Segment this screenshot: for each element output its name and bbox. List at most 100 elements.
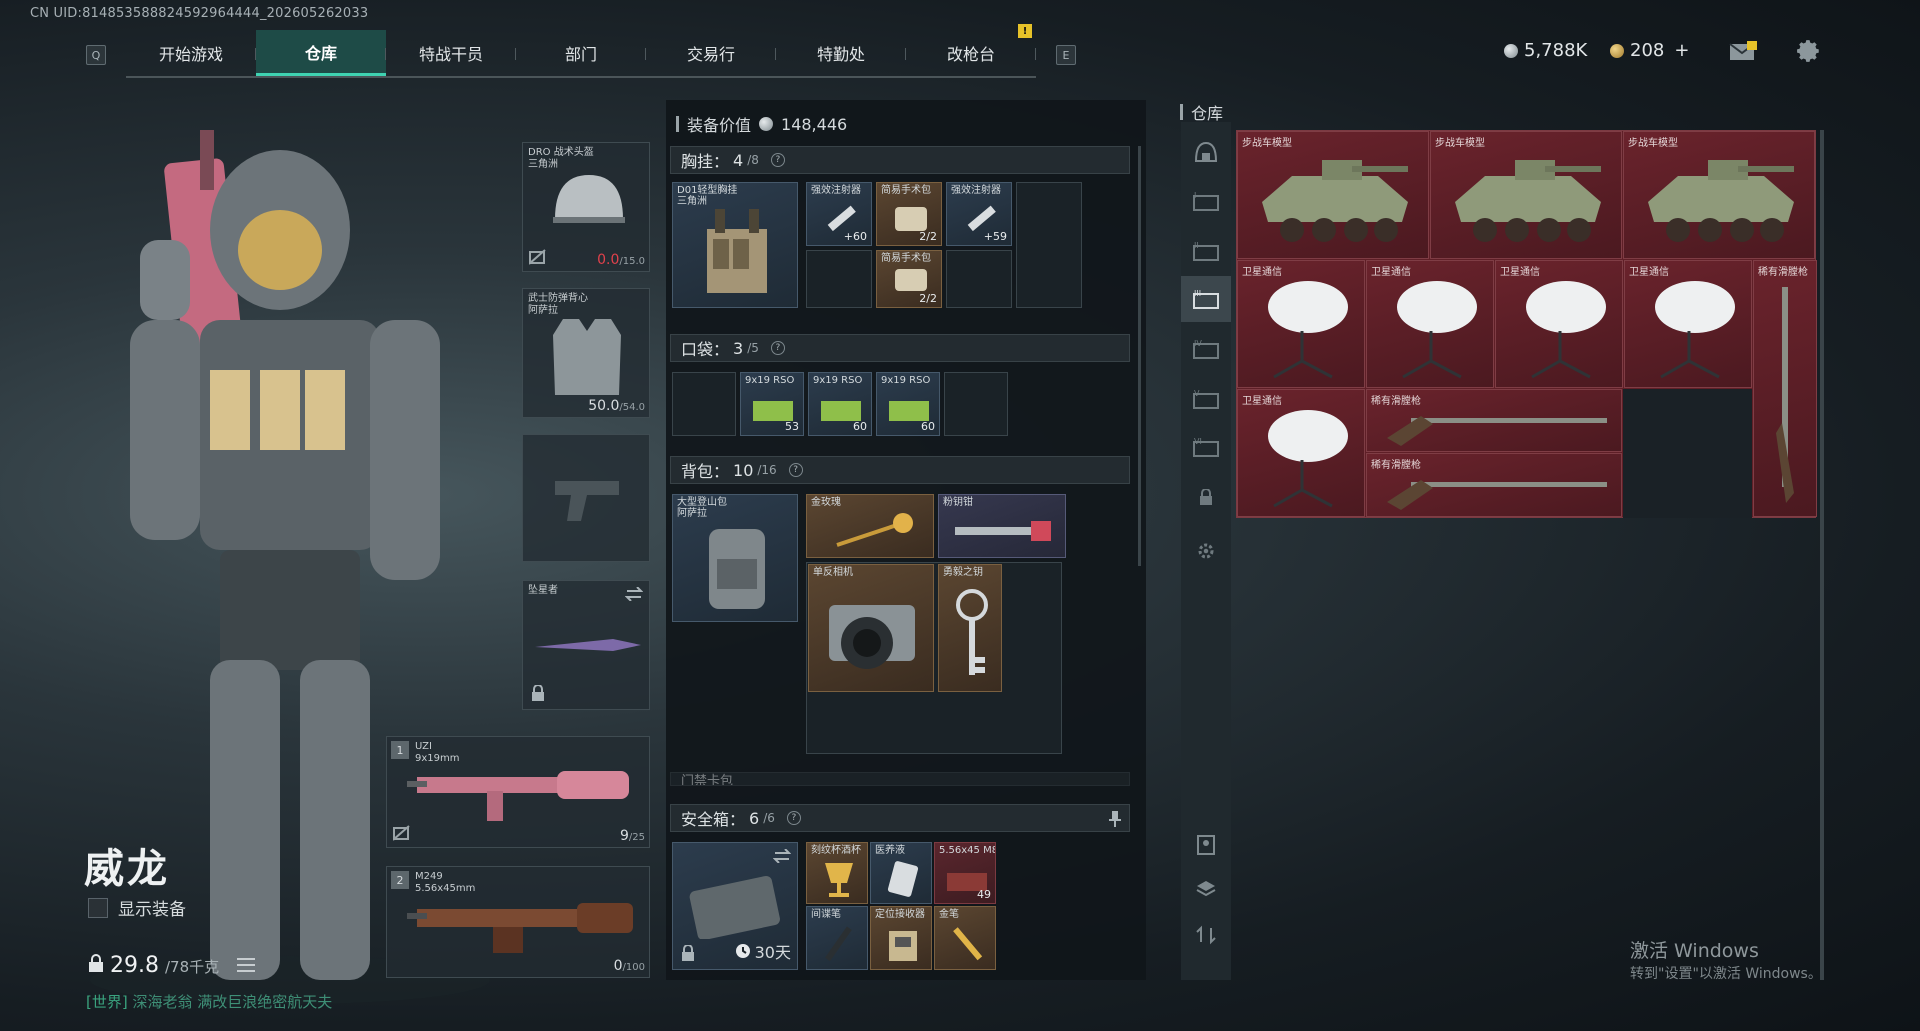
backpack-help-icon[interactable]: ? xyxy=(788,463,803,477)
storage-tab-locked[interactable] xyxy=(1181,474,1231,520)
backpack-item-4[interactable]: 勇毅之钥 xyxy=(938,564,1002,692)
chest-item-1[interactable]: 强效注射器 +60 xyxy=(806,182,872,246)
storage-item[interactable]: 卫星通信 xyxy=(1624,260,1752,388)
storage-tab-2[interactable]: II xyxy=(1181,228,1231,274)
storage-empty-cell[interactable] xyxy=(1623,389,1752,518)
tab-operators[interactable]: 特战干员 xyxy=(386,30,516,76)
tab-department[interactable]: 部门 xyxy=(516,30,646,76)
chest-help-icon[interactable]: ? xyxy=(770,153,785,167)
pocket-help-icon[interactable]: ? xyxy=(770,341,785,355)
list-icon[interactable] xyxy=(237,958,256,972)
show-gear-toggle[interactable]: 显示装备 xyxy=(88,895,186,920)
top-nav: Q 开始游戏 仓库 特战干员 部门 交易行 特勤处 改枪台 ! E xyxy=(86,24,1076,80)
storage-item[interactable]: 稀有滑膛枪 xyxy=(1753,260,1817,517)
silver-amount: 5,788K xyxy=(1524,40,1588,61)
world-chat-line[interactable]: [世界] 深海老翁 满改巨浪绝密航天夫 xyxy=(86,991,332,1012)
safebox-item-4[interactable]: 间谍笔 xyxy=(806,906,868,970)
add-gold-button[interactable]: + xyxy=(1674,40,1689,61)
tab-trade[interactable]: 交易行 xyxy=(646,30,776,76)
chest-rig-item[interactable]: D01轻型胸挂 三角洲 xyxy=(672,182,798,308)
storage-item[interactable]: 步战车模型 xyxy=(1430,131,1622,259)
storage-item[interactable]: 稀有滑膛枪 xyxy=(1366,389,1622,452)
safebox-item-1-name: 刻纹杯酒杯 xyxy=(811,845,861,856)
safebox-item-1[interactable]: 刻纹杯酒杯 xyxy=(806,842,868,904)
armor-slot[interactable]: 武士防弹背心 阿萨拉 50.0/54.0 xyxy=(522,288,650,418)
pocket-item-3[interactable]: 9x19 RSO 60 xyxy=(876,372,940,436)
storage-tab-4[interactable]: IV xyxy=(1181,326,1231,372)
storage-tab-gear[interactable] xyxy=(1181,130,1231,176)
storage-layers-button[interactable] xyxy=(1181,866,1231,912)
chest-rig-name: D01轻型胸挂 三角洲 xyxy=(677,185,738,207)
safebox-item-5[interactable]: 定位接收器 xyxy=(870,906,932,970)
backpack-item-2[interactable]: 粉钥钳 xyxy=(938,494,1066,558)
storage-item[interactable]: 卫星通信 xyxy=(1237,389,1365,517)
tab-special-ops[interactable]: 特勤处 xyxy=(776,30,906,76)
pocket-header: 口袋： 3/5? xyxy=(670,334,1130,362)
storage-sort-button[interactable] xyxy=(1181,912,1231,958)
safebox-help-icon[interactable]: ? xyxy=(786,811,801,825)
melee-slot[interactable]: 坠星者 xyxy=(522,580,650,710)
tab-warehouse[interactable]: 仓库 xyxy=(256,30,386,76)
secondary-weapon-slot[interactable]: 2 M249 5.56x45mm 0/100 xyxy=(386,866,650,978)
storage-item[interactable]: 卫星通信 xyxy=(1495,260,1623,388)
pliers-icon xyxy=(955,521,1051,541)
storage-tab-5[interactable]: V xyxy=(1181,376,1231,422)
storage-tab-3[interactable]: III xyxy=(1181,276,1231,322)
storage-tab-6[interactable]: VI xyxy=(1181,424,1231,470)
prev-tab-key[interactable]: Q xyxy=(86,45,106,65)
tab-start-game[interactable]: 开始游戏 xyxy=(126,30,256,76)
storage-portrait-button[interactable] xyxy=(1181,822,1231,868)
gear-value-coin-icon xyxy=(759,117,774,131)
storage-item[interactable]: 步战车模型 xyxy=(1237,131,1429,259)
storage-scrollbar[interactable] xyxy=(1820,130,1824,980)
primary-weapon-slot[interactable]: 1 UZI 9x19mm 9/25 xyxy=(386,736,650,848)
windows-activation-title: 激活 Windows xyxy=(1630,940,1759,962)
storage-settings[interactable] xyxy=(1181,528,1231,574)
settings-button[interactable] xyxy=(1794,38,1824,64)
safebox-swap-icon[interactable] xyxy=(773,849,791,863)
storage-item[interactable]: 卫星通信 xyxy=(1366,260,1494,388)
backpack-item-1[interactable]: 金玫瑰 xyxy=(806,494,934,558)
safebox-item-3[interactable]: 5.56x45 M855A1 49 xyxy=(934,842,996,904)
melee-lock-icon xyxy=(532,685,544,701)
chest-empty-slot[interactable] xyxy=(806,250,872,308)
chest-item-3[interactable]: 强效注射器 +59 xyxy=(946,182,1012,246)
mail-button[interactable] xyxy=(1728,38,1758,64)
storage-grid[interactable]: 步战车模型 步战车模型 步战车模型 卫星通信 卫星通信 卫星通信 卫星通信 稀有… xyxy=(1236,130,1817,518)
musket-icon xyxy=(1387,480,1607,510)
chest-item-4-name: 简易手术包 xyxy=(881,253,931,264)
loadout-scrollbar[interactable] xyxy=(1138,146,1141,566)
pocket-item-1[interactable]: 9x19 RSO 53 xyxy=(740,372,804,436)
pocket-item-2[interactable]: 9x19 RSO 60 xyxy=(808,372,872,436)
chest-item-1-name: 强效注射器 xyxy=(811,185,861,196)
backpack-item[interactable]: 大型登山包 阿萨拉 xyxy=(672,494,798,622)
tab-bar: 开始游戏 仓库 特战干员 部门 交易行 特勤处 改枪台 ! xyxy=(126,24,1036,78)
safebox-item-6[interactable]: 金笔 xyxy=(934,906,996,970)
storage-item[interactable]: 卫星通信 xyxy=(1237,260,1365,388)
helmet-slot[interactable]: DRO 战术头盔 三角洲 0.0/15.0 xyxy=(522,142,650,272)
silver-currency[interactable]: 5,788K xyxy=(1504,40,1587,61)
musket-vertical-icon xyxy=(1776,287,1794,503)
pocket-empty-slot[interactable] xyxy=(944,372,1008,436)
chest-empty-slot[interactable] xyxy=(1016,182,1082,308)
chest-empty-slot[interactable] xyxy=(946,250,1012,308)
gold-currency[interactable]: 208 + xyxy=(1610,40,1689,61)
chest-item-4[interactable]: 简易手术包 2/2 xyxy=(876,250,942,308)
next-tab-key[interactable]: E xyxy=(1056,45,1076,65)
storage-item[interactable]: 稀有滑膛枪 xyxy=(1366,453,1622,517)
safebox-item-2[interactable]: 医养液 xyxy=(870,842,932,904)
camera-icon xyxy=(829,605,915,669)
chest-item-2[interactable]: 简易手术包 2/2 xyxy=(876,182,942,246)
backpack-item-3[interactable]: 单反相机 xyxy=(808,564,934,692)
pocket-empty-slot[interactable] xyxy=(672,372,736,436)
storage-4-icon: IV xyxy=(1193,339,1219,359)
storage-item[interactable]: 步战车模型 xyxy=(1623,131,1815,259)
pistol-slot[interactable] xyxy=(522,434,650,562)
svg-text:VI: VI xyxy=(1194,437,1202,446)
storage-tab-1[interactable]: I xyxy=(1181,178,1231,224)
pin-icon[interactable] xyxy=(1109,811,1121,827)
swap-icon[interactable] xyxy=(625,587,643,601)
show-gear-checkbox[interactable] xyxy=(88,897,108,918)
safebox-case[interactable]: 30天 xyxy=(672,842,798,970)
tab-gunsmith[interactable]: 改枪台 xyxy=(906,30,1036,76)
